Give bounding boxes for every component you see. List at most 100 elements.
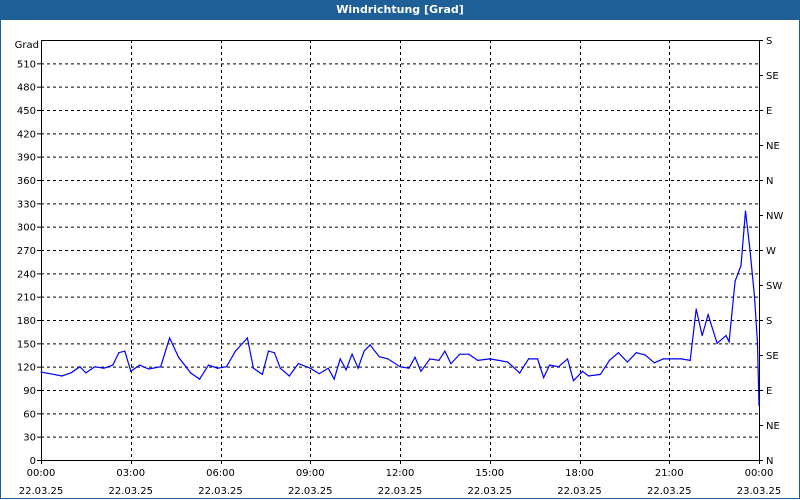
data-point <box>653 362 655 364</box>
chart-frame: 0 30 60 90 120 150 180 210 240 270 300 330 360 390 420… <box>0 20 800 499</box>
data-point <box>662 358 664 360</box>
data-point <box>749 249 751 251</box>
data-point <box>414 356 416 358</box>
data-point <box>572 380 575 382</box>
right-tick-label: E <box>766 386 772 397</box>
data-point <box>716 342 718 344</box>
data-point <box>617 352 619 354</box>
data-point <box>103 367 105 369</box>
y-tick-label: 510 <box>17 59 36 70</box>
x-tick-time: 21:00 <box>655 468 684 479</box>
data-point <box>537 358 539 360</box>
data-point <box>450 362 452 365</box>
data-point <box>519 372 521 374</box>
data-point <box>189 372 192 374</box>
data-point <box>178 356 180 358</box>
y-tick-label: 60 <box>23 409 36 420</box>
x-tick-time: 06:00 <box>206 468 235 479</box>
wind-direction-chart: 0 30 60 90 120 150 180 210 240 270 300 330 360 390 420… <box>15 36 784 497</box>
data-point <box>225 366 228 368</box>
data-point <box>680 358 682 360</box>
data-point <box>438 359 440 362</box>
data-point <box>399 366 401 368</box>
y-tick-label: 390 <box>17 153 36 164</box>
data-point <box>94 366 96 368</box>
right-tick-label: N <box>766 456 773 467</box>
data-point <box>756 342 759 344</box>
x-tick-date: 22.03.25 <box>467 486 512 497</box>
data-point <box>498 359 500 362</box>
data-point <box>252 367 255 369</box>
data-point <box>118 352 120 354</box>
y-axis-label: Grad <box>15 40 39 51</box>
data-point <box>695 308 697 310</box>
data-point <box>333 378 335 380</box>
y-tick-label: 90 <box>23 386 36 397</box>
data-point <box>160 366 162 368</box>
data-point <box>689 359 691 362</box>
data-point <box>309 367 311 369</box>
data-point <box>261 373 263 376</box>
x-tick-time: 00:00 <box>27 468 56 479</box>
data-point <box>297 362 299 365</box>
data-point <box>608 359 611 362</box>
x-tick-date: 22.03.25 <box>378 486 423 497</box>
data-point <box>566 358 569 360</box>
data-point <box>420 370 422 372</box>
y-tick-label: 210 <box>17 293 36 304</box>
data-point <box>279 367 281 369</box>
y-tick-label: 240 <box>17 269 36 280</box>
chart-title: Windrichtung [Grad] <box>0 0 800 20</box>
y-tick-label: 270 <box>17 246 36 257</box>
x-tick-time: 18:00 <box>565 468 594 479</box>
data-point <box>207 364 210 366</box>
data-point <box>369 344 371 346</box>
x-tick-time: 12:00 <box>386 468 415 479</box>
data-point <box>408 367 410 369</box>
x-tick-date: 23.03.25 <box>737 486 782 497</box>
right-tick-label: SW <box>766 281 782 292</box>
data-point <box>70 372 72 374</box>
data-point <box>49 373 51 375</box>
y-tick-label: 420 <box>17 129 36 140</box>
data-point <box>79 366 81 368</box>
data-point <box>725 334 727 337</box>
data-point <box>429 358 431 360</box>
data-point <box>124 350 126 352</box>
data-point <box>357 367 359 369</box>
x-tick-date: 22.03.25 <box>198 486 243 497</box>
data-point <box>548 364 551 366</box>
data-point <box>198 378 201 380</box>
right-tick-label: W <box>766 246 776 257</box>
data-point <box>557 366 560 368</box>
data-point <box>130 370 132 372</box>
y-tick-label: 180 <box>17 316 36 327</box>
data-point <box>351 353 353 355</box>
right-tick-label: SE <box>766 71 779 82</box>
data-point <box>40 371 42 373</box>
y-tick-label: 0 <box>30 456 36 467</box>
data-point <box>740 264 742 267</box>
data-point <box>267 350 269 352</box>
data-point <box>85 372 87 374</box>
y-tick-label: 480 <box>17 83 36 94</box>
data-point <box>318 373 320 375</box>
data-point <box>459 353 461 355</box>
y-tick-label: 330 <box>17 199 36 210</box>
data-point <box>216 367 219 369</box>
data-point <box>234 350 237 352</box>
data-point <box>543 376 545 379</box>
data-point <box>701 334 703 337</box>
x-tick-time: 09:00 <box>296 468 325 479</box>
data-point <box>587 375 590 377</box>
data-point <box>581 370 584 372</box>
data-point <box>112 364 114 366</box>
data-point <box>378 355 380 358</box>
data-point <box>507 361 509 363</box>
data-point <box>758 404 760 407</box>
data-point <box>734 280 736 282</box>
right-tick-label: S <box>766 36 772 47</box>
x-tick-time: 15:00 <box>475 468 504 479</box>
data-point <box>387 358 389 360</box>
data-point <box>345 369 347 371</box>
